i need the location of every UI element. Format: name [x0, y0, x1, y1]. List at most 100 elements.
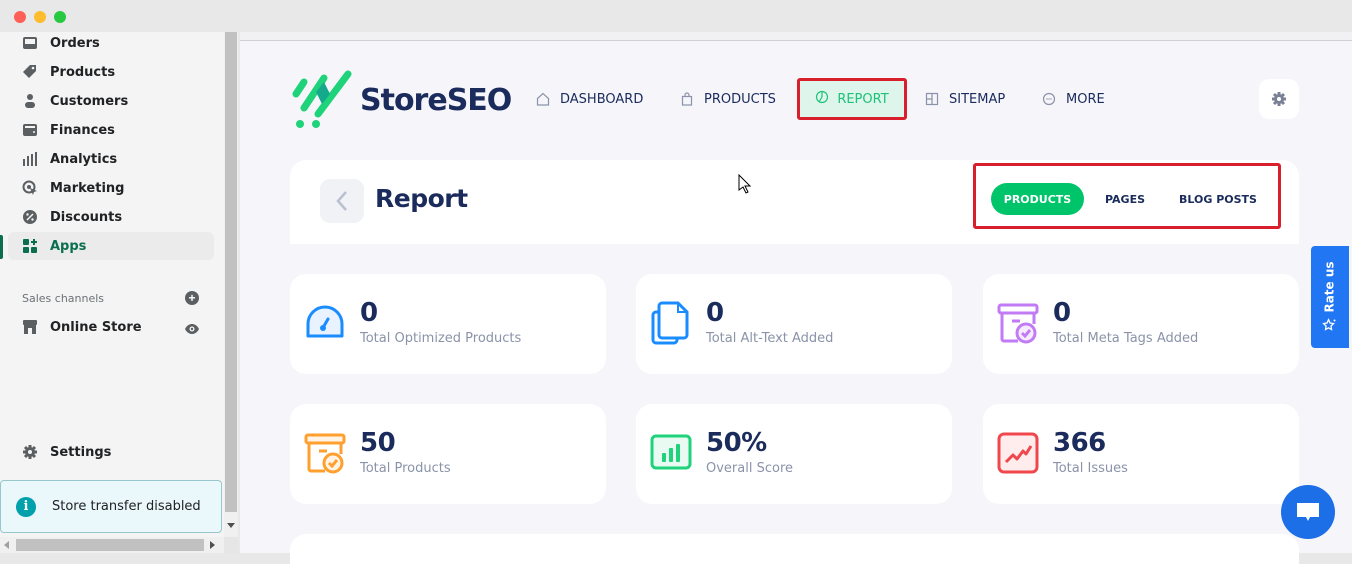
stat-card-total-products: 50 Total Products — [290, 404, 606, 504]
storeseo-logo-icon — [292, 70, 352, 128]
score-chart-icon — [650, 432, 692, 474]
nav-label: REPORT — [837, 91, 889, 107]
nav-label: PRODUCTS — [704, 91, 776, 107]
window-minimize-button[interactable] — [34, 11, 46, 23]
target-icon — [22, 180, 38, 196]
stat-caption: Total Issues — [1053, 461, 1128, 476]
app-settings-button[interactable] — [1259, 79, 1299, 119]
shopping-bag-icon — [680, 92, 694, 106]
storeseo-logo[interactable]: StoreSEO — [290, 70, 512, 130]
stat-value: 0 — [1053, 298, 1071, 328]
scroll-left-arrow[interactable] — [4, 541, 9, 549]
rate-us-button[interactable]: Rate us — [1311, 246, 1349, 348]
nav-report[interactable]: REPORT — [797, 78, 907, 120]
back-button[interactable] — [320, 179, 364, 223]
stat-card-total-issues: 366 Total Issues — [983, 404, 1299, 504]
sidebar-item-apps[interactable]: Apps — [8, 232, 214, 260]
page-title: Report — [375, 184, 468, 213]
stat-value: 0 — [706, 298, 724, 328]
sidebar-item-discounts[interactable]: Discounts — [8, 203, 214, 231]
nav-products[interactable]: PRODUCTS — [680, 80, 776, 118]
scroll-down-arrow[interactable] — [227, 523, 235, 528]
sidebar-item-settings[interactable]: Settings — [8, 438, 214, 466]
sidebar-item-label: Orders — [50, 35, 100, 51]
tab-products[interactable]: PRODUCTS — [991, 183, 1084, 215]
stat-value: 50% — [706, 428, 767, 458]
divider — [240, 40, 1352, 41]
star-icon — [1323, 318, 1337, 331]
gear-icon — [1272, 92, 1286, 106]
scroll-right-arrow[interactable] — [210, 541, 215, 549]
info-icon: i — [16, 496, 36, 517]
stat-card-optimized-products: 0 Total Optimized Products — [290, 274, 606, 374]
mouse-cursor — [738, 173, 752, 199]
tab-pages[interactable]: PAGES — [1094, 183, 1156, 215]
nav-label: SITEMAP — [949, 91, 1006, 107]
tab-blog-posts[interactable]: BLOG POSTS — [1170, 183, 1266, 215]
stat-value: 50 — [360, 428, 396, 458]
stat-value: 0 — [360, 298, 378, 328]
transfer-notice-text: Store transfer disabled — [52, 499, 201, 514]
stat-caption: Total Products — [360, 461, 451, 476]
sitemap-icon — [925, 92, 939, 106]
chat-icon — [1297, 503, 1319, 521]
scrollbar-corner — [224, 537, 238, 553]
sidebar-item-orders[interactable]: Orders — [8, 29, 214, 57]
chat-button[interactable] — [1281, 485, 1335, 539]
stat-card-overall-score: 50% Overall Score — [636, 404, 952, 504]
stat-caption: Total Alt-Text Added — [706, 331, 834, 346]
nav-sitemap[interactable]: SITEMAP — [925, 80, 1005, 118]
stat-card-alt-text: 0 Total Alt-Text Added — [636, 274, 952, 374]
apps-icon — [22, 238, 38, 254]
scrollbar-thumb[interactable] — [16, 539, 204, 551]
view-store-eye-icon[interactable] — [184, 321, 200, 337]
sidebar-item-label: Finances — [50, 122, 115, 138]
sidebar-horizontal-scrollbar[interactable] — [0, 537, 224, 553]
store-transfer-banner: i Store transfer disabled — [0, 480, 222, 533]
stat-caption: Total Optimized Products — [360, 331, 522, 346]
nav-more[interactable]: MORE — [1042, 80, 1105, 118]
archive-check-icon — [997, 302, 1039, 344]
sidebar-item-analytics[interactable]: Analytics — [8, 145, 214, 173]
home-icon — [536, 92, 550, 106]
sidebar-item-products[interactable]: Products — [8, 58, 214, 86]
window-titlebar — [0, 0, 1352, 32]
add-channel-button[interactable]: + — [185, 291, 199, 305]
sidebar-item-label: Products — [50, 64, 116, 80]
inbox-icon — [22, 35, 38, 51]
tag-icon — [22, 64, 38, 80]
box-check-icon — [304, 432, 346, 474]
sidebar-vertical-scrollbar[interactable] — [224, 32, 238, 537]
trend-icon — [997, 432, 1039, 474]
brand-name: StoreSEO — [360, 82, 512, 118]
discount-icon — [22, 209, 38, 225]
stat-caption: Total Meta Tags Added — [1053, 331, 1199, 346]
sales-channels-heading: Sales channels — [22, 292, 105, 305]
sidebar-item-label: Discounts — [50, 209, 123, 225]
more-icon — [1042, 92, 1056, 106]
settings-gear-icon — [22, 444, 38, 460]
pie-chart-icon — [815, 90, 829, 108]
sidebar-item-label: Marketing — [50, 180, 125, 196]
sidebar-item-label: Apps — [50, 238, 87, 254]
window-close-button[interactable] — [14, 11, 26, 23]
stat-card-meta-tags: 0 Total Meta Tags Added — [983, 274, 1299, 374]
nav-label: DASHBOARD — [560, 91, 644, 107]
sidebar-item-finances[interactable]: Finances — [8, 116, 214, 144]
window-maximize-button[interactable] — [54, 11, 66, 23]
person-icon — [22, 93, 38, 109]
admin-sidebar: Orders Products Customers Finances Analy… — [0, 32, 224, 537]
report-details-card — [290, 534, 1299, 564]
speedometer-icon — [304, 302, 346, 344]
sidebar-item-label: Customers — [50, 93, 129, 109]
stat-caption: Overall Score — [706, 461, 794, 476]
sidebar-item-label: Online Store — [50, 319, 142, 335]
sidebar-item-label: Settings — [50, 444, 112, 460]
nav-dashboard[interactable]: DASHBOARD — [536, 80, 643, 118]
documents-icon — [650, 301, 692, 345]
sidebar-item-customers[interactable]: Customers — [8, 87, 214, 115]
sidebar-item-marketing[interactable]: Marketing — [8, 174, 214, 202]
bar-chart-icon — [22, 151, 38, 167]
store-icon — [22, 319, 38, 335]
scrollbar-thumb[interactable] — [225, 32, 237, 512]
